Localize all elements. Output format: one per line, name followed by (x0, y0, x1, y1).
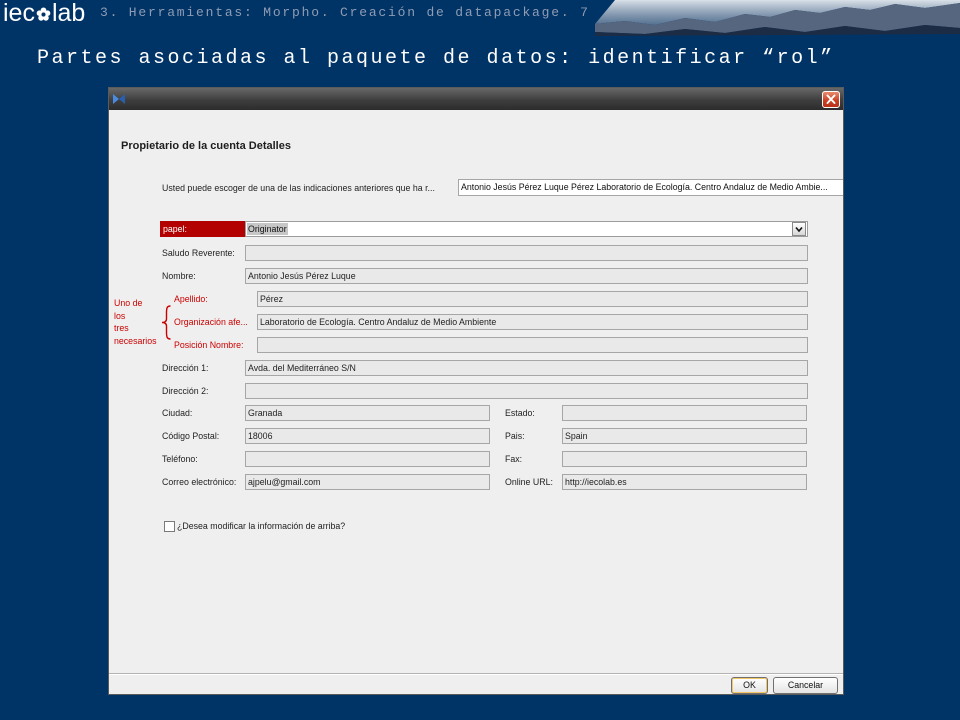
annotation-line: Uno de (114, 298, 143, 308)
modify-info-checkbox-label[interactable]: ¿Desea modificar la información de arrib… (177, 518, 345, 534)
postal-code-field[interactable] (245, 428, 490, 444)
phone-field[interactable] (245, 451, 490, 467)
close-icon (826, 94, 836, 104)
email-label: Correo electrónico: (162, 477, 237, 487)
country-field[interactable] (562, 428, 807, 444)
phone-label: Teléfono: (162, 454, 198, 464)
fax-label: Fax: (505, 454, 523, 464)
iecolab-logo: iec lab (3, 0, 85, 26)
address1-label: Dirección 1: (162, 363, 209, 373)
email-field[interactable] (245, 474, 490, 490)
city-field[interactable] (245, 405, 490, 421)
salutation-field[interactable] (245, 245, 808, 261)
salutation-label: Saludo Reverente: (162, 248, 235, 258)
position-field[interactable] (257, 337, 808, 353)
close-button[interactable] (822, 91, 840, 108)
url-field[interactable] (562, 474, 807, 490)
city-label: Ciudad: (162, 408, 193, 418)
flower-logo-icon (36, 7, 51, 21)
red-brace-annotation (161, 305, 171, 340)
position-label: Posición Nombre: (174, 340, 244, 350)
role-label: papel: (160, 221, 245, 237)
modify-info-checkbox[interactable] (164, 521, 175, 532)
address2-field[interactable] (245, 383, 808, 399)
organization-label: Organización afe... (174, 317, 248, 327)
ok-button[interactable]: OK (731, 677, 768, 694)
role-combo[interactable]: Originator (245, 221, 808, 237)
role-selected-value: Originator (247, 223, 288, 235)
required-fields-annotation: Uno de los tres necesarios (114, 297, 157, 348)
fax-field[interactable] (562, 451, 807, 467)
morpho-butterfly-icon (113, 94, 125, 104)
cancel-button[interactable]: Cancelar (773, 677, 838, 694)
chevron-down-icon (795, 226, 803, 233)
name-label: Nombre: (162, 271, 196, 281)
url-label: Online URL: (505, 477, 553, 487)
address1-field[interactable] (245, 360, 808, 376)
state-field[interactable] (562, 405, 807, 421)
landscape-banner-image (595, 0, 960, 36)
footer-separator (109, 673, 843, 675)
organization-field[interactable] (257, 314, 808, 330)
postal-code-label: Código Postal: (162, 431, 220, 441)
annotation-line: los (114, 310, 126, 321)
country-label: Pais: (505, 431, 525, 441)
slide-title: Partes asociadas al paquete de datos: id… (37, 47, 835, 70)
surname-label: Apellido: (174, 294, 208, 304)
section-title: Propietario de la cuenta Detalles (121, 140, 291, 152)
role-combo-arrow-button[interactable] (792, 222, 806, 236)
annotation-line: necesarios (114, 336, 157, 347)
dialog-titlebar[interactable] (109, 88, 843, 110)
logo-text-end: lab (51, 0, 86, 27)
logo-text-start: iec (3, 0, 35, 27)
party-details-dialog: Propietario de la cuenta Detalles Usted … (109, 88, 843, 694)
name-field[interactable] (245, 268, 808, 284)
previous-party-combo[interactable]: Antonio Jesús Pérez Luque Pérez Laborato… (458, 179, 843, 196)
annotation-line: tres (114, 323, 129, 334)
address2-label: Dirección 2: (162, 386, 209, 396)
surname-field[interactable] (257, 291, 808, 307)
state-label: Estado: (505, 408, 535, 418)
breadcrumb: 3. Herramientas: Morpho. Creación de dat… (100, 5, 590, 20)
previous-choice-label: Usted puede escoger de una de las indica… (162, 183, 435, 193)
